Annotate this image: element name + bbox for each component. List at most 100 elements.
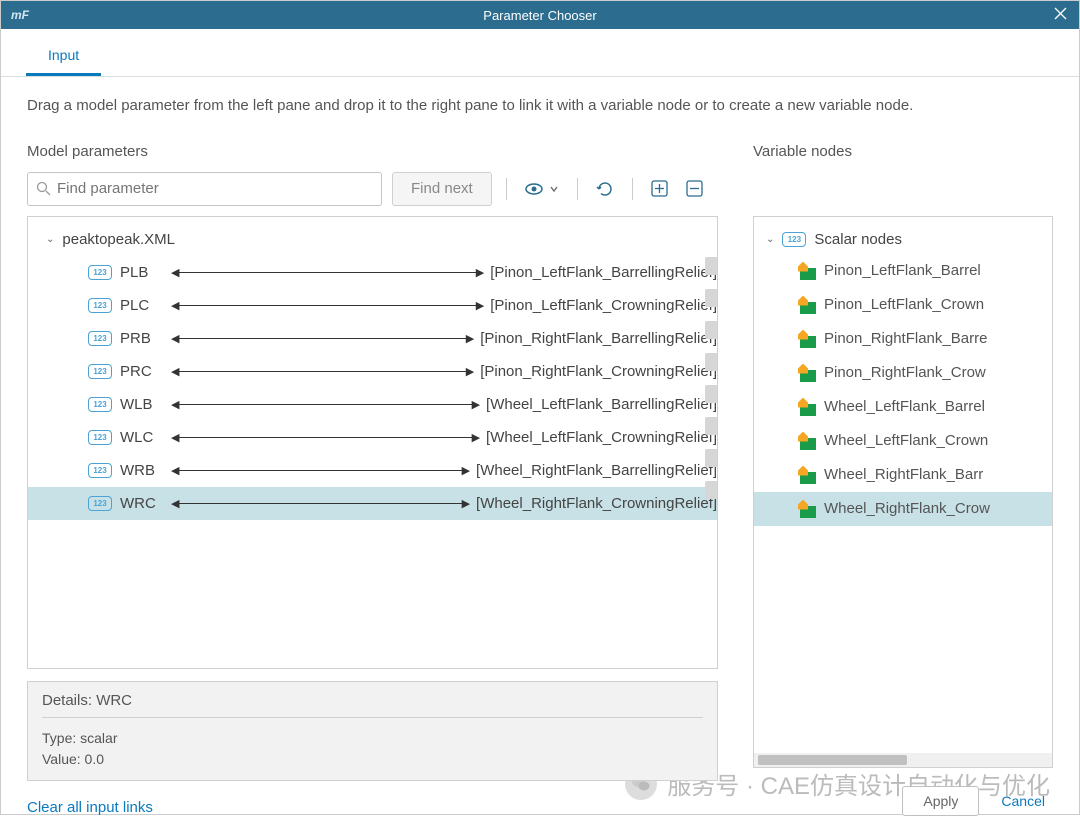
scalar-badge-icon: 123 — [88, 331, 112, 346]
variable-node-label: Pinon_RightFlank_Crow — [824, 364, 986, 381]
variable-node-label: Wheel_RightFlank_Barr — [824, 466, 983, 483]
variable-nodes-tree[interactable]: ⌄123Scalar nodesPinon_LeftFlank_BarrelPi… — [753, 216, 1053, 769]
scalar-badge-icon: 123 — [88, 265, 112, 280]
drag-handle[interactable] — [705, 417, 718, 435]
variable-node-item[interactable]: Wheel_RightFlank_Crow — [754, 492, 1052, 526]
details-panel: Details: WRC Type: scalar Value: 0.0 — [27, 681, 718, 781]
parameter-name: PRC — [120, 363, 165, 380]
variable-node-label: Pinon_RightFlank_Barre — [824, 330, 987, 347]
separator — [632, 178, 633, 200]
link-target: [Pinon_RightFlank_BarrellingRelief] — [480, 330, 717, 347]
parameter-row-wlb[interactable]: 123WLB◀▶[Wheel_LeftFlank_BarrellingRelie… — [28, 388, 717, 421]
search-input[interactable] — [57, 180, 373, 197]
scalar-badge-icon: 123 — [88, 463, 112, 478]
drag-handle[interactable] — [705, 481, 718, 499]
separator — [577, 178, 578, 200]
search-input-wrapper[interactable] — [27, 172, 382, 206]
variable-node-icon — [798, 398, 816, 416]
drag-handle[interactable] — [705, 385, 718, 403]
footer: Clear all input links — [27, 789, 718, 820]
details-title: Details: WRC — [42, 692, 703, 718]
link-arrow: ◀▶ — [171, 332, 474, 345]
link-arrow: ◀▶ — [171, 431, 480, 444]
chevron-down-icon: ⌄ — [766, 234, 774, 245]
variable-node-label: Pinon_LeftFlank_Crown — [824, 296, 984, 313]
parameter-row-wrc[interactable]: 123 WRC ◀▶ [Wheel_RightFlank_CrowningRelief… — [28, 487, 717, 520]
variable-node-icon — [798, 296, 816, 314]
toolbar: Find next — [27, 172, 718, 206]
separator — [506, 178, 507, 200]
scalar-badge-icon: 123 — [88, 298, 112, 313]
scalar-badge-icon: 123 — [88, 496, 112, 511]
scalar-nodes-root[interactable]: ⌄123Scalar nodes — [754, 225, 1052, 254]
parameter-row-prc[interactable]: 123 PRC ◀▶ [Pinon_RightFlank_CrowningRelief… — [28, 355, 717, 388]
variable-node-icon — [798, 364, 816, 382]
parameter-name: WRB — [120, 462, 165, 479]
window-title: Parameter Chooser — [483, 8, 596, 23]
parameter-name: WLB — [120, 396, 165, 413]
link-target: [Pinon_LeftFlank_BarrellingRelief] — [490, 264, 717, 281]
variable-node-icon — [798, 432, 816, 450]
model-parameters-tree[interactable]: ⌄peaktopeak.XML123PLB◀▶[Pinon_LeftFlank_… — [27, 216, 718, 670]
link-target: [Pinon_LeftFlank_CrowningRelief] — [490, 297, 717, 314]
cancel-button[interactable]: Cancel — [993, 787, 1053, 815]
parameter-row-plc[interactable]: 123 PLC ◀▶ [Pinon_LeftFlank_CrowningRelief] — [28, 289, 717, 322]
parameter-row-plb[interactable]: 123PLB◀▶[Pinon_LeftFlank_BarrellingRelie… — [28, 256, 717, 289]
app-logo: mF — [11, 8, 29, 22]
variable-node-label: Wheel_RightFlank_Crow — [824, 500, 990, 517]
link-arrow: ◀▶ — [171, 497, 470, 510]
link-target: [Wheel_RightFlank_BarrellingRelief] — [476, 462, 717, 479]
variable-node-item[interactable]: Wheel_LeftFlank_Crown — [754, 424, 1052, 458]
drag-handle[interactable] — [705, 289, 718, 307]
parameter-row-prb[interactable]: 123 PRB ◀▶ [Pinon_RightFlank_BarrellingReli… — [28, 322, 717, 355]
tabs-row: Input — [1, 29, 1079, 77]
link-target: [Pinon_RightFlank_CrowningRelief] — [480, 363, 717, 380]
scalar-badge-icon: 123 — [88, 364, 112, 379]
scalar-badge-icon: 123 — [782, 232, 806, 247]
drag-handle[interactable] — [705, 257, 718, 275]
link-arrow: ◀▶ — [171, 299, 484, 312]
parameter-name: PRB — [120, 330, 165, 347]
variable-node-item[interactable]: Wheel_RightFlank_Barr — [754, 458, 1052, 492]
variable-node-label: Pinon_LeftFlank_Barrel — [824, 262, 981, 279]
variable-node-item[interactable]: Wheel_LeftFlank_Barrel — [754, 390, 1052, 424]
parameter-name: WRC — [120, 495, 165, 512]
horizontal-scrollbar[interactable] — [754, 753, 1052, 767]
tab-input[interactable]: Input — [26, 37, 101, 76]
variable-node-item[interactable]: Pinon_LeftFlank_Barrel — [754, 254, 1052, 288]
clear-all-links[interactable]: Clear all input links — [27, 799, 153, 816]
parameter-row-wlc[interactable]: 123WLC◀▶[Wheel_LeftFlank_CrowningRelief] — [28, 421, 717, 454]
collapse-all-icon[interactable] — [682, 176, 707, 201]
details-type: Type: scalar — [42, 728, 703, 749]
apply-button[interactable]: Apply — [902, 786, 979, 816]
search-icon — [36, 181, 51, 196]
link-target: [Wheel_RightFlank_CrowningRelief] — [476, 495, 717, 512]
scalar-badge-icon: 123 — [88, 430, 112, 445]
drag-handle[interactable] — [705, 449, 718, 467]
variable-node-icon — [798, 500, 816, 518]
instruction-text: Drag a model parameter from the left pan… — [27, 95, 1053, 118]
drag-handle[interactable] — [705, 321, 718, 339]
variable-nodes-heading: Variable nodes — [753, 143, 1053, 160]
variable-node-item[interactable]: Pinon_RightFlank_Barre — [754, 322, 1052, 356]
link-target: [Wheel_LeftFlank_BarrellingRelief] — [486, 396, 717, 413]
variable-node-item[interactable]: Pinon_RightFlank_Crow — [754, 356, 1052, 390]
scalar-badge-icon: 123 — [88, 397, 112, 412]
parameter-row-wrb[interactable]: 123WRB◀▶[Wheel_RightFlank_BarrellingReli… — [28, 454, 717, 487]
variable-node-icon — [798, 330, 816, 348]
variable-node-label: Wheel_LeftFlank_Crown — [824, 432, 988, 449]
footer-buttons: Apply Cancel — [753, 776, 1053, 820]
close-icon[interactable] — [1054, 7, 1067, 23]
find-next-button[interactable]: Find next — [392, 172, 492, 206]
drag-handle[interactable] — [705, 353, 718, 371]
visibility-dropdown[interactable] — [521, 178, 563, 200]
tree-root-file[interactable]: ⌄peaktopeak.XML — [28, 223, 717, 256]
refresh-icon[interactable] — [592, 176, 618, 202]
variable-node-label: Wheel_LeftFlank_Barrel — [824, 398, 985, 415]
details-value: Value: 0.0 — [42, 749, 703, 770]
link-arrow: ◀▶ — [171, 365, 474, 378]
expand-all-icon[interactable] — [647, 176, 672, 201]
variable-node-item[interactable]: Pinon_LeftFlank_Crown — [754, 288, 1052, 322]
variable-node-icon — [798, 262, 816, 280]
parameter-name: PLC — [120, 297, 165, 314]
